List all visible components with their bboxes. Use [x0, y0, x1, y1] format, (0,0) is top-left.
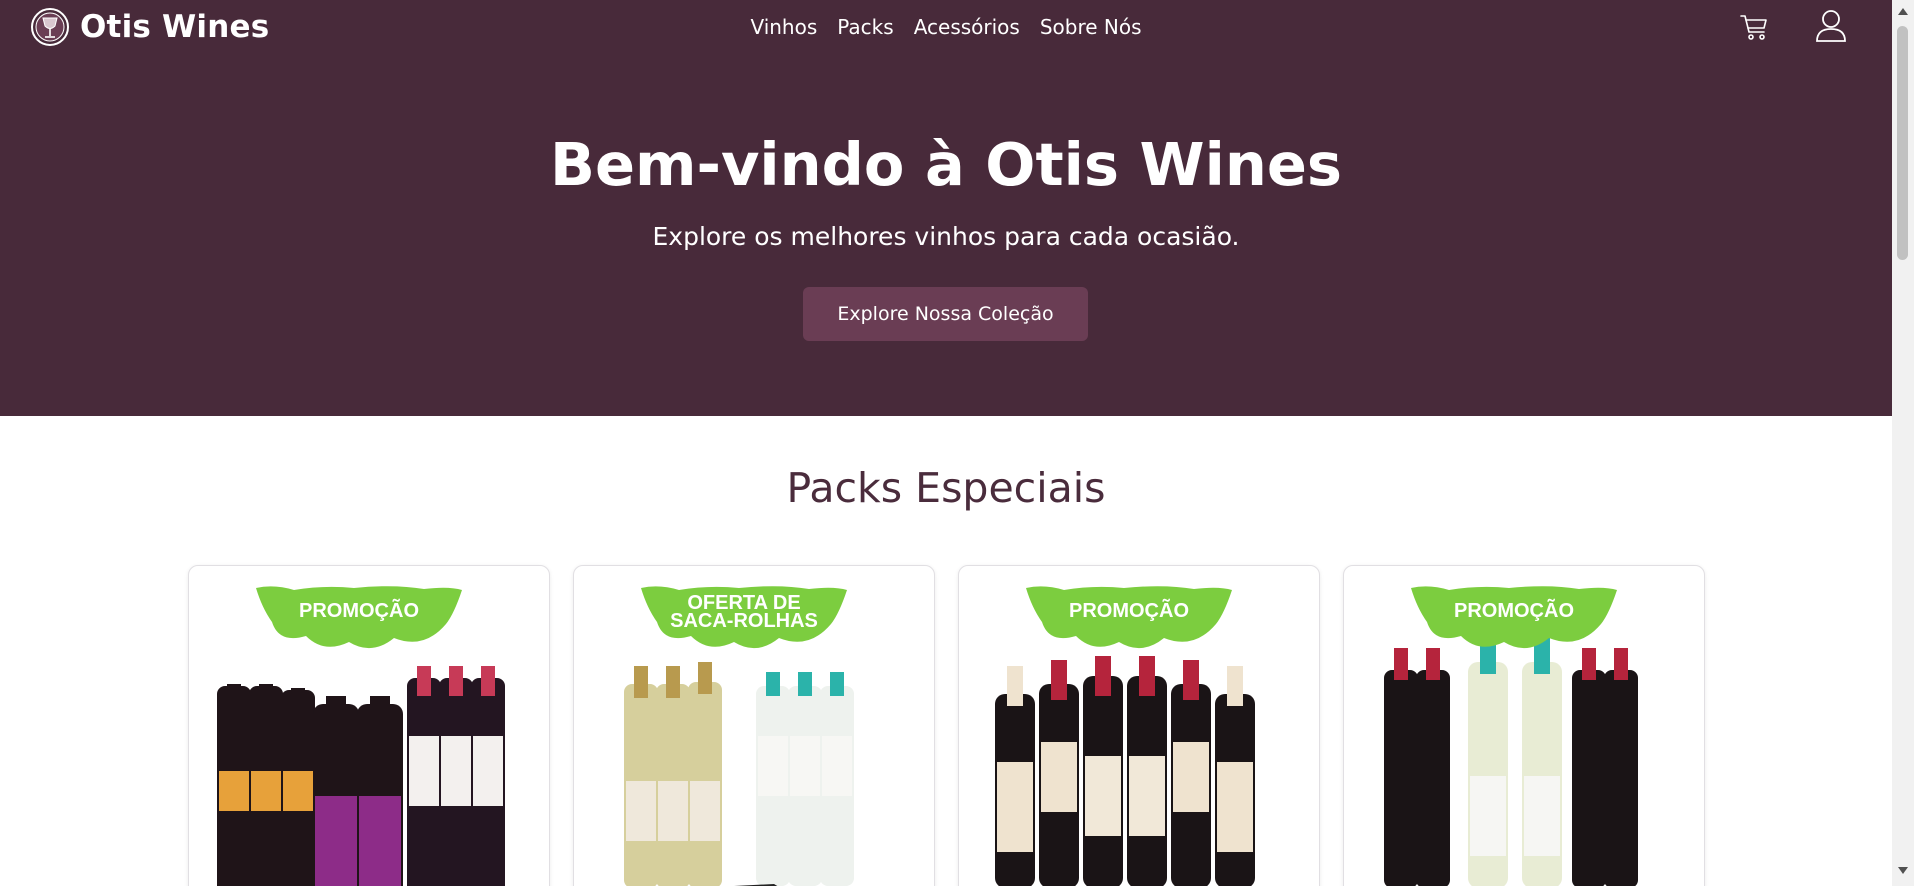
badge-label-line2: SACA-ROLHAS — [670, 610, 818, 632]
pack-card-2[interactable]: OFERTA DE SACA-ROLHAS — [573, 565, 935, 886]
bottle-group — [1384, 638, 1638, 886]
promo-badge: PROMOÇÃO — [254, 584, 464, 656]
nav-item-packs[interactable]: Packs — [837, 15, 893, 39]
pack-card-4[interactable]: PROMOÇÃO — [1343, 565, 1705, 886]
badge-label: PROMOÇÃO — [1454, 600, 1574, 622]
nav-item-vinhos[interactable]: Vinhos — [750, 15, 817, 39]
badge-label: PROMOÇÃO — [299, 600, 419, 622]
explore-collection-button[interactable]: Explore Nossa Coleção — [803, 287, 1088, 341]
hero-title: Bem-vindo à Otis Wines — [550, 130, 1342, 199]
bottle-group — [995, 656, 1255, 886]
packs-section-title: Packs Especiais — [786, 464, 1106, 512]
bottle-group — [624, 662, 854, 886]
pack-card-3[interactable]: PROMOÇÃO — [958, 565, 1320, 886]
pack-card-1[interactable]: PROMOÇÃO — [188, 565, 550, 886]
badge-label: PROMOÇÃO — [1069, 600, 1189, 622]
scroll-down-arrow-icon[interactable] — [1897, 866, 1909, 876]
main-nav: Vinhos Packs Acessórios Sobre Nós — [0, 10, 1892, 44]
nav-item-sobre-nos[interactable]: Sobre Nós — [1040, 15, 1142, 39]
scrollbar-thumb[interactable] — [1897, 26, 1908, 260]
scrollbar[interactable] — [1892, 0, 1914, 886]
cart-icon[interactable] — [1738, 11, 1770, 43]
promo-badge: PROMOÇÃO — [1409, 584, 1619, 656]
nav-item-acessorios[interactable]: Acessórios — [914, 15, 1020, 39]
bottle-group — [217, 666, 505, 886]
hero-section: Otis Wines Vinhos Packs Acessórios Sobre… — [0, 0, 1892, 416]
promo-badge: PROMOÇÃO — [1024, 584, 1234, 656]
scroll-up-arrow-icon[interactable] — [1897, 6, 1909, 16]
page: Otis Wines Vinhos Packs Acessórios Sobre… — [0, 0, 1892, 886]
user-icon[interactable] — [1814, 8, 1848, 44]
promo-badge: OFERTA DE SACA-ROLHAS — [639, 584, 849, 656]
hero-subtitle: Explore os melhores vinhos para cada oca… — [652, 222, 1240, 251]
